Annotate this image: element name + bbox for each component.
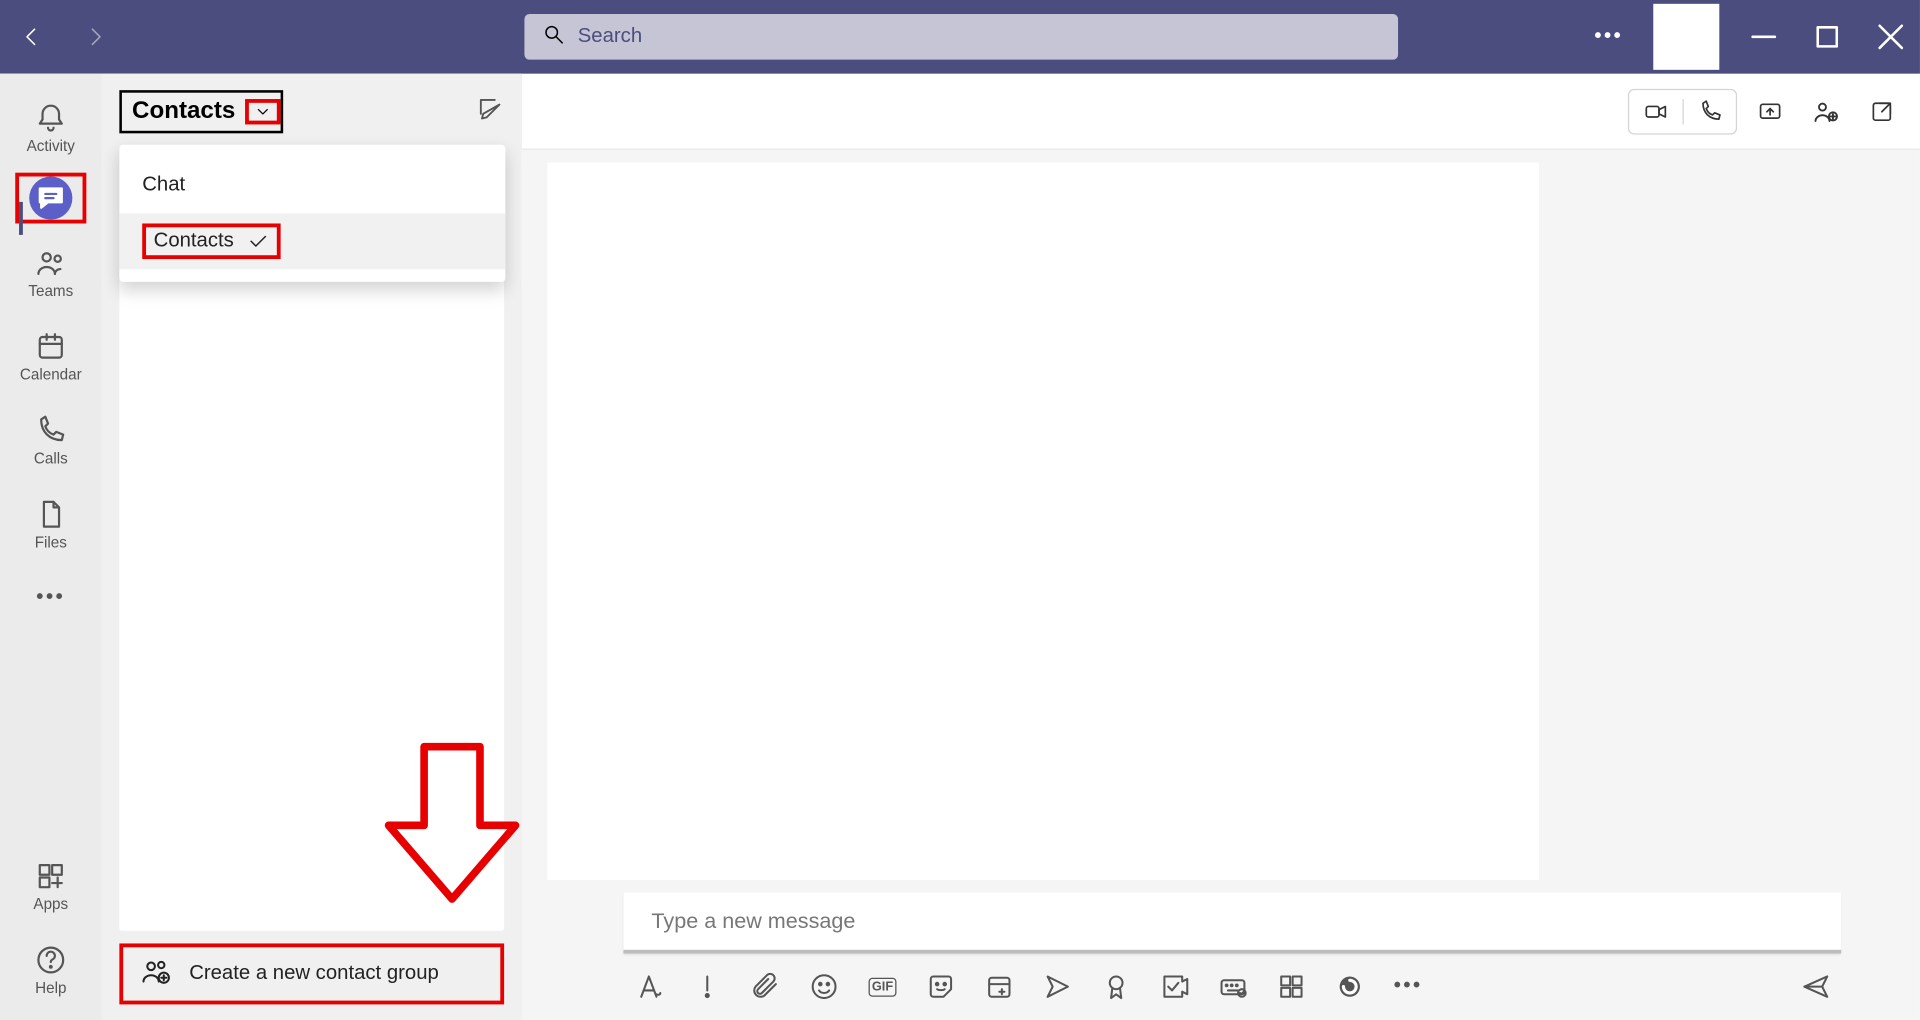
search-box[interactable] [524, 14, 1398, 60]
sticker-icon[interactable] [926, 971, 956, 1001]
add-people-button[interactable] [1803, 88, 1849, 134]
call-pill [1628, 88, 1737, 134]
conversation-area: GIF ••• [522, 150, 1920, 1020]
priority-icon[interactable] [692, 971, 722, 1001]
rail-label: Teams [28, 282, 73, 300]
rail-activity[interactable]: Activity [0, 86, 102, 170]
keyboard-icon[interactable] [1218, 971, 1248, 1001]
dropdown-item-label: Chat [142, 174, 185, 197]
search-icon [542, 22, 565, 51]
filter-chip[interactable]: Contacts [119, 90, 283, 133]
format-icon[interactable] [634, 971, 664, 1001]
filter-dropdown: Chat Contacts [119, 145, 505, 282]
attach-icon[interactable] [750, 971, 780, 1001]
check-icon [247, 230, 270, 253]
create-contact-group-label: Create a new contact group [189, 963, 439, 986]
title-bar: ••• [0, 0, 1920, 74]
rail-label: Apps [33, 895, 68, 913]
compose-toolbar: GIF ••• [623, 954, 1841, 1020]
rail-help[interactable]: Help [0, 928, 102, 1012]
list-panel: Contacts Chat Contacts [102, 74, 522, 1020]
send-button[interactable] [1801, 971, 1831, 1001]
new-chat-button[interactable] [476, 95, 504, 129]
main-header [522, 74, 1920, 150]
window-close-button[interactable] [1872, 18, 1910, 56]
dropdown-item-contacts[interactable]: Contacts [119, 213, 505, 269]
loop-icon[interactable] [1335, 971, 1365, 1001]
app-rail: Activity Teams Calendar Calls [0, 74, 102, 1020]
filter-label: Contacts [122, 93, 246, 131]
rail-apps[interactable]: Apps [0, 844, 102, 928]
rail-label: Files [35, 533, 67, 551]
compose-more-icon[interactable]: ••• [1393, 971, 1423, 1001]
window-maximize-button[interactable] [1808, 18, 1846, 56]
rail-teams[interactable]: Teams [0, 231, 102, 315]
rail-chat[interactable] [15, 173, 86, 224]
rail-label: Help [35, 979, 66, 997]
stream-icon[interactable] [1043, 971, 1073, 1001]
praise-icon[interactable] [1101, 971, 1131, 1001]
rail-calendar[interactable]: Calendar [0, 315, 102, 399]
popup-button[interactable] [1859, 88, 1905, 134]
list-body [119, 208, 504, 931]
gif-icon[interactable]: GIF [867, 971, 897, 1001]
search-input[interactable] [578, 25, 1381, 48]
window-minimize-button[interactable] [1745, 18, 1783, 56]
message-input[interactable] [623, 893, 1841, 954]
rail-more-button[interactable]: ••• [0, 566, 102, 629]
list-header: Contacts [102, 74, 522, 150]
annotation-arrow-icon [381, 742, 523, 913]
composer: GIF ••• [623, 893, 1841, 1020]
avatar[interactable] [1653, 4, 1719, 70]
filter-dropdown-button[interactable] [245, 99, 281, 124]
rail-label: Calls [34, 450, 68, 468]
nav-back-button[interactable] [13, 18, 51, 56]
video-call-button[interactable] [1629, 98, 1682, 123]
titlebar-more-button[interactable]: ••• [1590, 18, 1628, 56]
dropdown-item-chat[interactable]: Chat [119, 157, 505, 213]
main-area: GIF ••• [522, 74, 1920, 1020]
rail-label: Activity [27, 137, 75, 155]
app-icon[interactable] [1276, 971, 1306, 1001]
people-add-icon [141, 956, 171, 993]
rail-files[interactable]: Files [0, 483, 102, 567]
rail-label: Calendar [20, 366, 82, 384]
audio-call-button[interactable] [1682, 98, 1735, 123]
create-contact-group-button[interactable]: Create a new contact group [119, 943, 504, 1004]
dropdown-item-label: Contacts [154, 230, 234, 253]
screen-share-button[interactable] [1747, 88, 1793, 134]
nav-forward-button[interactable] [76, 18, 114, 56]
emoji-icon[interactable] [809, 971, 839, 1001]
rail-calls[interactable]: Calls [0, 399, 102, 483]
approvals-icon[interactable] [1159, 971, 1189, 1001]
schedule-icon[interactable] [984, 971, 1014, 1001]
